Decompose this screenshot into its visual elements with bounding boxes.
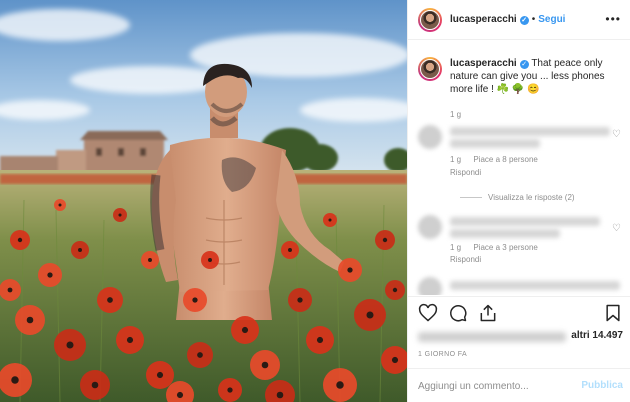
comment-like-heart-icon[interactable]: ♡ [612,129,621,140]
poppy-center [227,387,233,393]
verified-badge-icon: ✓ [519,60,529,69]
caption: lucasperacchi ✓ That peace only nature ca… [418,57,623,121]
comment-text-blurred [450,281,620,290]
poppy-center [91,381,99,389]
comment-text-blurred [450,139,540,148]
comment-text-blurred [450,217,600,226]
likes-row[interactable]: altri 14.497 [418,330,623,344]
poppy-center [382,237,388,243]
poppy-center [297,297,303,303]
poppy-center [192,297,198,303]
poppy-center [328,218,332,222]
comment-input[interactable] [418,378,568,394]
instagram-post: lucasperacchi ✓ • Segui ••• lucasperacchi… [0,0,630,402]
poppy-center [148,258,152,262]
poppy-center [288,248,292,252]
poppy-center [126,336,134,344]
poppy-center [347,267,353,273]
share-icon[interactable] [478,303,498,323]
comment-meta: 1 g Piace a 8 persone [450,155,548,164]
comment-item: ♡ 1 g Piace a 3 persone Rispondi [418,213,623,273]
view-replies-button[interactable]: Visualizza le risposte (2) [460,193,575,202]
poppy-center [11,376,19,384]
poppy-center [156,371,164,379]
comment-avatar[interactable] [418,125,442,149]
comment-likes[interactable]: Piace a 3 persone [473,243,538,252]
caption-age: 1 g [450,110,462,119]
poppy-center [316,336,324,344]
poppy-center [276,391,284,399]
heart-icon[interactable] [418,303,438,323]
poppy-center [391,356,399,364]
reply-button[interactable]: Rispondi [450,168,481,177]
poppy-center [336,381,344,389]
post-header: lucasperacchi ✓ • Segui ••• [408,0,630,40]
header-separator: • [531,14,536,25]
caption-avatar[interactable] [418,57,442,81]
comment-likes[interactable]: Piace a 8 persone [473,155,538,164]
author-avatar[interactable] [418,7,442,32]
follow-button[interactable]: Segui [538,14,565,25]
poppy-center [66,341,74,349]
poppy-center [261,361,269,369]
likes-number: 14.497 [592,330,623,341]
post-photo[interactable] [0,0,407,402]
comment-icon[interactable] [448,303,468,323]
likes-prefix: altri [571,330,590,341]
poppy-center [78,248,82,252]
comment-reply: Rispondi [450,255,491,264]
poppy-center [17,237,23,243]
poppy-field-photo [0,0,407,402]
poppy-center [241,326,249,334]
ellipsis-icon[interactable]: ••• [605,12,621,26]
poppy-center [366,311,374,319]
post-timestamp[interactable]: 1 GIORNO FA [418,351,467,358]
comment-like-heart-icon[interactable]: ♡ [612,223,621,234]
poppy-center [47,272,53,278]
poppy-center [58,203,62,207]
poppy-center [7,287,13,293]
bookmark-icon[interactable] [603,303,623,323]
comment-meta: 1 g Piace a 3 persone [450,243,548,252]
caption-text-block: lucasperacchi ✓ That peace only nature ca… [450,57,623,121]
comment-avatar[interactable] [418,215,442,239]
poppy-center [107,297,113,303]
author-username-text[interactable]: lucasperacchi [450,14,517,25]
comment-text-blurred [450,127,610,136]
poppy-center [392,287,398,293]
caption-username[interactable]: lucasperacchi [450,58,517,69]
verified-badge-icon: ✓ [519,16,529,25]
comment-avatar[interactable] [418,277,442,295]
likers-blurred [418,332,566,342]
reply-button[interactable]: Rispondi [450,255,481,264]
comment-reply: Rispondi [450,168,491,177]
poppy-center [208,258,212,262]
author-username[interactable]: lucasperacchi ✓ [450,14,529,25]
comment-text-blurred [450,229,560,238]
comment-age: 1 g [450,155,462,164]
comment-age: 1 g [450,243,462,252]
publish-button[interactable]: Pubblica [581,380,623,391]
poppy-center [26,316,34,324]
likes-count[interactable]: altri 14.497 [571,330,623,341]
post-actions [408,296,630,328]
post-side-panel: lucasperacchi ✓ • Segui ••• lucasperacchi… [407,0,630,402]
comments-list[interactable]: lucasperacchi ✓ That peace only nature ca… [408,41,630,295]
add-comment-bar: Pubblica [408,368,630,402]
comment-item: ♡ 1 g Piace a 8 persone Rispondi Visuali… [418,125,623,205]
poppy-center [176,391,184,399]
poppy-center [197,352,203,358]
comment-item [418,277,623,295]
poppy-center [118,213,122,217]
